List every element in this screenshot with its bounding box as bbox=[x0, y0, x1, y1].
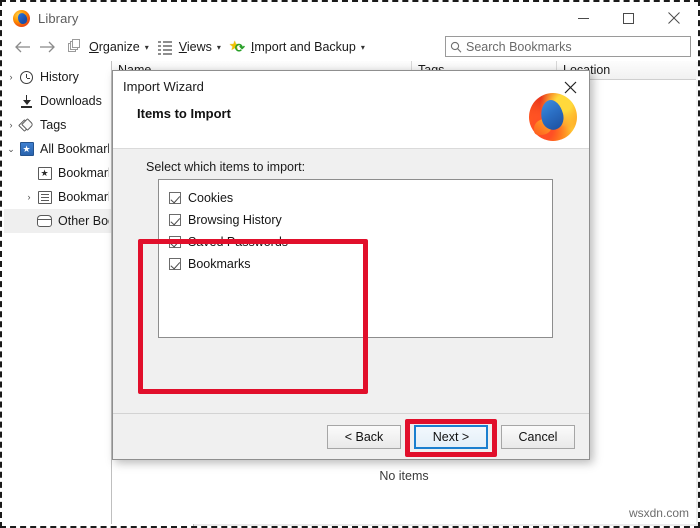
checkbox-label: Saved Passwords bbox=[188, 235, 289, 249]
next-button[interactable]: Next > bbox=[414, 424, 488, 449]
checkbox-saved-passwords[interactable] bbox=[169, 236, 181, 248]
organize-label: rganize bbox=[98, 39, 140, 54]
clock-icon bbox=[18, 69, 35, 85]
import-wizard-dialog: Import Wizard Items to Import Select whi… bbox=[112, 70, 590, 460]
chevron-down-icon[interactable]: ⌄ bbox=[4, 144, 18, 155]
checkbox-label: Bookmarks bbox=[188, 257, 251, 271]
checkbox-bookmarks[interactable] bbox=[169, 258, 181, 270]
bookmarks-tree-sidebar: › History Downloads › Tags ⌄ ★ All Bookm… bbox=[4, 61, 112, 524]
dialog-title: Import Wizard bbox=[123, 79, 204, 94]
sidebar-item-tags[interactable]: › Tags bbox=[4, 113, 111, 137]
chevron-down-icon: ▾ bbox=[360, 42, 365, 52]
sidebar-item-history[interactable]: › History bbox=[4, 65, 111, 89]
minimize-icon[interactable] bbox=[561, 4, 606, 32]
sidebar-item-label: Tags bbox=[40, 118, 67, 132]
forward-arrow-icon[interactable] bbox=[35, 35, 59, 59]
dialog-footer: < Back Next > Cancel bbox=[113, 413, 589, 459]
tag-icon bbox=[17, 117, 35, 133]
organize-menu-button[interactable]: Organize ▾ bbox=[68, 35, 149, 59]
sidebar-item-label: All Bookmarks bbox=[40, 142, 109, 156]
toolbar: Organize ▾ Views ▾ ★ ⟳ Import and Backup … bbox=[4, 32, 696, 61]
empty-list-message: No items bbox=[379, 469, 429, 483]
window-title: Library bbox=[38, 10, 79, 26]
watermark: wsxdn.com bbox=[628, 506, 689, 520]
checkbox-row-cookies[interactable]: Cookies bbox=[169, 187, 552, 209]
sidebar-item-downloads[interactable]: Downloads bbox=[4, 89, 111, 113]
other-bookmarks-icon bbox=[36, 213, 53, 229]
search-input[interactable] bbox=[466, 39, 690, 54]
views-label: iews bbox=[186, 39, 212, 54]
firefox-icon bbox=[13, 9, 30, 27]
select-items-label: Select which items to import: bbox=[146, 160, 306, 174]
chevron-right-icon[interactable]: › bbox=[22, 192, 36, 202]
firefox-logo bbox=[529, 93, 577, 141]
sidebar-item-other-bookmarks[interactable]: Other Bookmarks bbox=[4, 209, 111, 233]
search-icon bbox=[446, 41, 466, 53]
sidebar-item-bookmarks-menu[interactable]: › Bookmarks Menu bbox=[4, 185, 111, 209]
chevron-right-icon[interactable]: › bbox=[4, 72, 18, 82]
sidebar-item-label: Bookmarks Toolbar bbox=[58, 166, 109, 180]
dialog-subtitle: Items to Import bbox=[137, 106, 231, 121]
title-bar: Library bbox=[4, 4, 696, 32]
import-backup-icon: ★ ⟳ bbox=[228, 37, 245, 55]
cancel-button[interactable]: Cancel bbox=[501, 424, 575, 449]
maximize-icon[interactable] bbox=[606, 4, 651, 32]
sidebar-item-label: Bookmarks Menu bbox=[58, 190, 109, 204]
dialog-body: Select which items to import: Cookies Br… bbox=[113, 149, 589, 413]
views-menu-button[interactable]: Views ▾ bbox=[157, 35, 221, 59]
close-icon[interactable] bbox=[651, 4, 696, 32]
screenshot-frame: Library Organize ▾ Views ▾ ★ ⟳ Import an… bbox=[0, 0, 700, 528]
checkbox-label: Browsing History bbox=[188, 213, 282, 227]
bookmarks-toolbar-icon: ★ bbox=[36, 165, 53, 181]
back-arrow-icon[interactable] bbox=[11, 35, 35, 59]
download-icon bbox=[18, 93, 35, 109]
views-icon bbox=[157, 39, 174, 55]
organize-accesskey: O bbox=[89, 39, 99, 54]
back-button[interactable]: < Back bbox=[327, 424, 401, 449]
sidebar-item-label: Other Bookmarks bbox=[58, 214, 109, 228]
sidebar-item-label: Downloads bbox=[40, 94, 102, 108]
chevron-down-icon: ▾ bbox=[216, 42, 221, 52]
checkbox-row-bookmarks[interactable]: Bookmarks bbox=[169, 253, 552, 275]
checkbox-label: Cookies bbox=[188, 191, 234, 205]
sidebar-item-all-bookmarks[interactable]: ⌄ ★ All Bookmarks bbox=[4, 137, 111, 161]
window-controls bbox=[561, 4, 696, 32]
checkbox-cookies[interactable] bbox=[169, 192, 181, 204]
sidebar-item-bookmarks-toolbar[interactable]: ★ Bookmarks Toolbar bbox=[4, 161, 111, 185]
bookmarks-menu-icon bbox=[36, 189, 53, 205]
search-bookmarks-box[interactable] bbox=[445, 36, 691, 57]
checkbox-row-browsing-history[interactable]: Browsing History bbox=[169, 209, 552, 231]
sidebar-item-label: History bbox=[40, 70, 79, 84]
checkbox-row-saved-passwords[interactable]: Saved Passwords bbox=[169, 231, 552, 253]
checkbox-browsing-history[interactable] bbox=[169, 214, 181, 226]
views-accesskey: V bbox=[178, 39, 187, 54]
dialog-header: Import Wizard Items to Import bbox=[113, 71, 589, 149]
organize-icon bbox=[68, 38, 84, 55]
import-and-backup-menu-button[interactable]: ★ ⟳ Import and Backup ▾ bbox=[228, 35, 365, 59]
import-items-panel: Cookies Browsing History Saved Passwords… bbox=[158, 179, 553, 338]
all-bookmarks-icon: ★ bbox=[18, 141, 35, 157]
import-label: mport and Backup bbox=[254, 39, 356, 54]
chevron-right-icon[interactable]: › bbox=[4, 120, 18, 130]
chevron-down-icon: ▾ bbox=[144, 42, 149, 52]
